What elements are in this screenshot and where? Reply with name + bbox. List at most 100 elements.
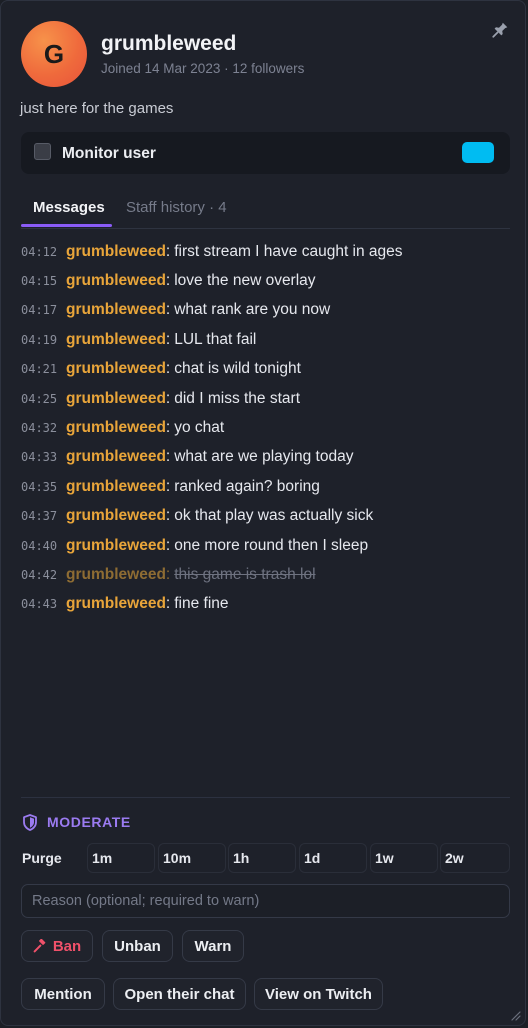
timeout-1h-button[interactable]: 1h [228, 843, 296, 873]
message-row: 04:15 grumbleweed: love the new overlay [21, 266, 510, 295]
message-row: 04:43 grumbleweed: fine fine [21, 590, 510, 619]
message-row: 04:32 grumbleweed: yo chat [21, 413, 510, 442]
ban-label: Ban [52, 937, 82, 955]
monitor-user-row: Monitor user [21, 132, 510, 174]
timeout-1w-label: 1w [375, 850, 394, 866]
message-separator: : [165, 242, 171, 260]
message-text: one more round then I sleep [174, 536, 369, 554]
purge-button[interactable]: Purge [21, 843, 87, 873]
message-username[interactable]: grumbleweed [66, 537, 166, 555]
message-text: ranked again? boring [174, 477, 320, 495]
message-list: 04:12 grumbleweed: first stream I have cau… [21, 237, 510, 619]
open-their-chat-label: Open their chat [124, 985, 235, 1003]
warn-button[interactable]: Warn [182, 930, 244, 962]
message-row: 04:17 grumbleweed: what rank are you now [21, 296, 510, 325]
timeout-1d-button[interactable]: 1d [299, 843, 367, 873]
monitor-user-label: Monitor user [62, 145, 156, 162]
message-text: LUL that fail [174, 330, 257, 348]
message-username[interactable]: grumbleweed [66, 301, 166, 319]
warn-label: Warn [194, 937, 232, 955]
monitor-user-checkbox[interactable] [34, 143, 51, 160]
timeout-1m-button[interactable]: 1m [87, 843, 155, 873]
monitor-color-swatch[interactable] [462, 142, 494, 163]
message-text: what rank are you now [174, 301, 331, 319]
message-row: 04:12 grumbleweed: first stream I have cau… [21, 237, 510, 266]
message-separator: : [165, 419, 171, 437]
reason-input[interactable] [21, 884, 510, 918]
resize-handle-icon[interactable] [509, 1009, 521, 1021]
avatar-letter: G [43, 38, 65, 69]
unban-button[interactable]: Unban [102, 930, 173, 962]
tab-staff-history[interactable]: Staff history · 4 [126, 199, 227, 216]
message-text: love the new overlay [174, 272, 316, 290]
timeout-2w-label: 2w [445, 850, 464, 866]
unban-label: Unban [114, 937, 161, 955]
message-username[interactable]: grumbleweed [66, 419, 166, 437]
view-on-twitch-button[interactable]: View on Twitch [254, 978, 383, 1010]
timeout-1m-label: 1m [92, 850, 113, 866]
message-username[interactable]: grumbleweed [66, 595, 166, 613]
message-username[interactable]: grumbleweed [66, 566, 166, 584]
message-text: this game is trash lol [174, 565, 316, 583]
message-username[interactable]: grumbleweed [66, 507, 166, 525]
ban-button[interactable]: Ban [21, 930, 93, 962]
purge-label: Purge [22, 850, 62, 866]
message-row: 04:25 grumbleweed: did I miss the start [21, 384, 510, 413]
message-timestamp: 04:12 [21, 244, 58, 259]
timeout-1w-button[interactable]: 1w [370, 843, 438, 873]
tab-bar: Messages Staff history · 4 [21, 190, 510, 229]
message-text: yo chat [174, 419, 225, 437]
message-row: 04:37 grumbleweed: ok that play was actual… [21, 502, 510, 531]
deleted-message-row: 04:42 grumbleweed: this game is trash lol [21, 560, 510, 589]
message-row: 04:40 grumbleweed: one more round then I s… [21, 531, 510, 560]
message-timestamp: 04:32 [21, 421, 58, 436]
message-text: first stream I have caught in ages [174, 242, 403, 260]
message-timestamp: 04:15 [21, 274, 58, 289]
message-timestamp: 04:35 [21, 479, 58, 494]
timeout-10m-button[interactable]: 10m [158, 843, 226, 873]
message-separator: : [165, 272, 171, 290]
mention-button[interactable]: Mention [21, 978, 105, 1010]
message-username[interactable]: grumbleweed [66, 331, 166, 349]
tab-messages[interactable]: Messages [33, 199, 105, 216]
divider [21, 797, 510, 798]
message-timestamp: 04:21 [21, 362, 58, 377]
message-separator: : [165, 595, 171, 613]
message-separator: : [165, 330, 171, 348]
bio: just here for the games [20, 100, 174, 117]
message-username[interactable]: grumbleweed [66, 448, 166, 466]
message-timestamp: 04:17 [21, 303, 58, 318]
hammer-icon [33, 939, 46, 953]
message-username[interactable]: grumbleweed [66, 390, 166, 408]
message-username[interactable]: grumbleweed [66, 360, 166, 378]
timeout-1d-label: 1d [304, 850, 321, 866]
message-timestamp: 04:43 [21, 597, 58, 612]
shield-icon [23, 813, 37, 831]
open-their-chat-button[interactable]: Open their chat [113, 978, 246, 1010]
message-timestamp: 04:19 [21, 332, 58, 347]
message-row: 04:33 grumbleweed: what are we playing tod… [21, 443, 510, 472]
active-tab-indicator [21, 224, 112, 227]
message-timestamp: 04:40 [21, 538, 58, 553]
message-timestamp: 04:33 [21, 450, 58, 465]
message-text: chat is wild tonight [174, 360, 301, 378]
message-separator: : [165, 448, 171, 466]
message-text: fine fine [174, 595, 229, 613]
username: grumbleweed [101, 32, 237, 55]
message-separator: : [165, 565, 171, 583]
message-separator: : [165, 536, 171, 554]
timeout-10m-label: 10m [163, 850, 192, 866]
joined-info: Joined 14 Mar 2023 · 12 followers [101, 61, 305, 76]
message-timestamp: 04:37 [21, 509, 58, 524]
message-username[interactable]: grumbleweed [66, 478, 166, 496]
message-username[interactable]: grumbleweed [66, 243, 166, 261]
timeout-2w-button[interactable]: 2w [440, 843, 510, 873]
message-text: ok that play was actually sick [174, 507, 374, 525]
user-card: G grumbleweed Joined 14 Mar 2023 · 12 fo… [0, 0, 526, 1026]
message-separator: : [165, 301, 171, 319]
message-username[interactable]: grumbleweed [66, 272, 166, 290]
view-on-twitch-label: View on Twitch [265, 985, 372, 1003]
message-row: 04:19 grumbleweed: LUL that fail [21, 325, 510, 354]
message-row: 04:35 grumbleweed: ranked again? boring [21, 472, 510, 501]
pin-icon[interactable] [491, 21, 509, 39]
